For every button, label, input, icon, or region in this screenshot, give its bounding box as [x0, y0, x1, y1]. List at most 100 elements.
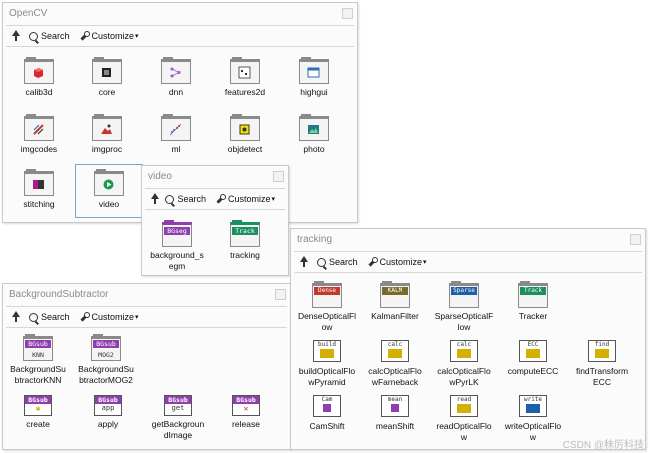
palette-item-imgcodes[interactable]: imgcodes	[6, 114, 72, 155]
palette-item-camshift[interactable]: Cam CamShift	[294, 394, 360, 432]
palette-toolbar: Search Customize ▾	[6, 306, 287, 328]
dnn-network-icon	[161, 57, 191, 84]
palette-item-core[interactable]: core	[74, 57, 140, 98]
palette-title: BackgroundSubtractor	[9, 289, 109, 300]
item-label: buildOpticalFlo wPyramid	[298, 366, 356, 387]
imgproc-icon	[92, 114, 122, 141]
get-background-vi-icon: BGsub get	[164, 395, 192, 416]
highgui-window-icon	[299, 57, 329, 84]
wrench-icon	[368, 256, 378, 267]
palette-item-calc-farneback[interactable]: calc calcOpticalFlo wFarneback	[362, 339, 428, 387]
palette-item-kalman-filter[interactable]: KALM KalmanFilter	[362, 281, 428, 322]
item-label: objdetect	[227, 144, 263, 154]
palette-item-bgsub-knn[interactable]: BGsub KNN BackgroundSu btractorKNN	[5, 334, 71, 385]
palette-item-create[interactable]: BGsub ✱ create	[5, 394, 71, 430]
palette-item-apply[interactable]: BGsub app apply	[75, 394, 141, 430]
palette-item-build-optical-flow-pyramid[interactable]: build buildOpticalFlo wPyramid	[294, 339, 360, 387]
item-label: readOpticalFlo w	[436, 421, 492, 442]
search-button[interactable]: Search	[29, 31, 70, 41]
search-icon	[165, 194, 175, 204]
palette-item-tracking[interactable]: Track tracking	[212, 220, 278, 261]
search-button[interactable]: Search	[29, 312, 70, 322]
palette-item-video[interactable]: video	[75, 164, 143, 218]
palette-item-ml[interactable]: ml	[143, 114, 209, 155]
up-arrow-icon[interactable]	[9, 310, 23, 324]
palette-item-sparse-optical-flow[interactable]: Sparse SparseOpticalF low	[431, 281, 497, 332]
item-label: apply	[97, 419, 119, 429]
palette-title: OpenCV	[9, 8, 48, 19]
palette-item-imgproc[interactable]: imgproc	[74, 114, 140, 155]
objdetect-icon	[230, 114, 260, 141]
item-label: findTransform ECC	[575, 366, 629, 387]
palette-item-find-transform-ecc[interactable]: find findTransform ECC	[569, 339, 635, 387]
palette-item-write-optical-flow[interactable]: write writeOpticalFlo w	[500, 394, 566, 442]
bgsub-knn-icon: BGsub KNN	[23, 334, 53, 361]
palette-item-objdetect[interactable]: objdetect	[212, 114, 278, 155]
palette-item-compute-ecc[interactable]: ECC computeECC	[500, 339, 566, 377]
tracking-palette: tracking Search Customize ▾ Dense DenseOp…	[290, 228, 646, 450]
palette-item-tracker[interactable]: Track Tracker	[500, 281, 566, 322]
apply-vi-icon: BGsub app	[94, 395, 122, 416]
video-play-icon	[94, 169, 124, 196]
palette-item-background-segm[interactable]: BGseg background_s egm	[144, 220, 210, 271]
customize-button[interactable]: Customize ▾	[368, 256, 427, 267]
customize-button[interactable]: Customize ▾	[80, 311, 139, 322]
palette-item-calib3d[interactable]: calib3d	[6, 57, 72, 98]
item-label: meanShift	[375, 421, 415, 431]
palette-item-dnn[interactable]: dnn	[143, 57, 209, 98]
calc-pyrlk-vi-icon: calc	[450, 340, 478, 362]
palette-item-features2d[interactable]: features2d	[212, 57, 278, 98]
close-button[interactable]	[275, 289, 286, 300]
item-label: CamShift	[309, 421, 345, 431]
item-label: features2d	[224, 87, 266, 97]
up-arrow-icon[interactable]	[297, 255, 311, 269]
item-label: imgcodes	[20, 144, 58, 154]
wrench-icon	[80, 30, 90, 41]
palette-item-photo[interactable]: photo	[281, 114, 347, 155]
palette-item-meanshift[interactable]: mean meanShift	[362, 394, 428, 432]
search-icon	[29, 31, 38, 41]
release-vi-icon: BGsub ✕	[232, 395, 260, 416]
palette-item-bgsub-mog2[interactable]: BGsub MOG2 BackgroundSu btractorMOG2	[73, 334, 139, 385]
item-label: create	[26, 419, 50, 429]
palette-item-get-background-image[interactable]: BGsub get getBackgroun dImage	[145, 394, 211, 440]
palette-item-stitching[interactable]: stitching	[6, 169, 72, 210]
read-optical-flow-vi-icon: read	[450, 395, 478, 417]
item-label: computeECC	[507, 366, 559, 376]
search-button[interactable]: Search	[165, 194, 206, 204]
find-transform-ecc-vi-icon: find	[588, 340, 616, 362]
build-pyramid-vi-icon: build	[313, 340, 341, 362]
wrench-icon	[216, 193, 226, 204]
up-arrow-icon[interactable]	[9, 29, 23, 43]
calc-farneback-vi-icon: calc	[381, 340, 409, 362]
item-label: ml	[171, 144, 181, 154]
item-label: release	[232, 419, 260, 429]
search-button[interactable]: Search	[317, 257, 358, 267]
bgsub-palette: BackgroundSubtractor Search Customize ▾ B…	[2, 283, 291, 450]
palette-item-dense-optical-flow[interactable]: Dense DenseOpticalFl ow	[294, 281, 360, 332]
close-button[interactable]	[273, 171, 284, 182]
palette-item-release[interactable]: BGsub ✕ release	[213, 394, 279, 430]
up-arrow-icon[interactable]	[148, 192, 160, 206]
camshift-vi-icon: Cam	[313, 395, 341, 417]
close-button[interactable]	[630, 234, 641, 245]
calib3d-icon	[24, 57, 54, 84]
palette-title: tracking	[297, 234, 333, 245]
item-label: BackgroundSu btractorKNN	[10, 364, 66, 385]
imgcodes-icon	[24, 114, 54, 141]
item-label: DenseOpticalFl ow	[297, 311, 357, 332]
customize-button[interactable]: Customize ▾	[216, 193, 275, 204]
sparse-optical-flow-icon: Sparse	[449, 281, 479, 308]
features2d-icon	[230, 57, 260, 84]
item-label: SparseOpticalF low	[434, 311, 494, 332]
palette-item-highgui[interactable]: highgui	[281, 57, 347, 98]
palette-item-calc-pyrlk[interactable]: calc calcOpticalFlo wPyrLK	[431, 339, 497, 387]
search-icon	[317, 257, 326, 267]
kalman-filter-icon: KALM	[380, 281, 410, 308]
item-label: core	[98, 87, 116, 97]
dense-optical-flow-icon: Dense	[312, 281, 342, 308]
meanshift-vi-icon: mean	[381, 395, 409, 417]
close-button[interactable]	[342, 8, 353, 19]
palette-item-read-optical-flow[interactable]: read readOpticalFlo w	[431, 394, 497, 442]
customize-button[interactable]: Customize ▾	[80, 30, 139, 41]
